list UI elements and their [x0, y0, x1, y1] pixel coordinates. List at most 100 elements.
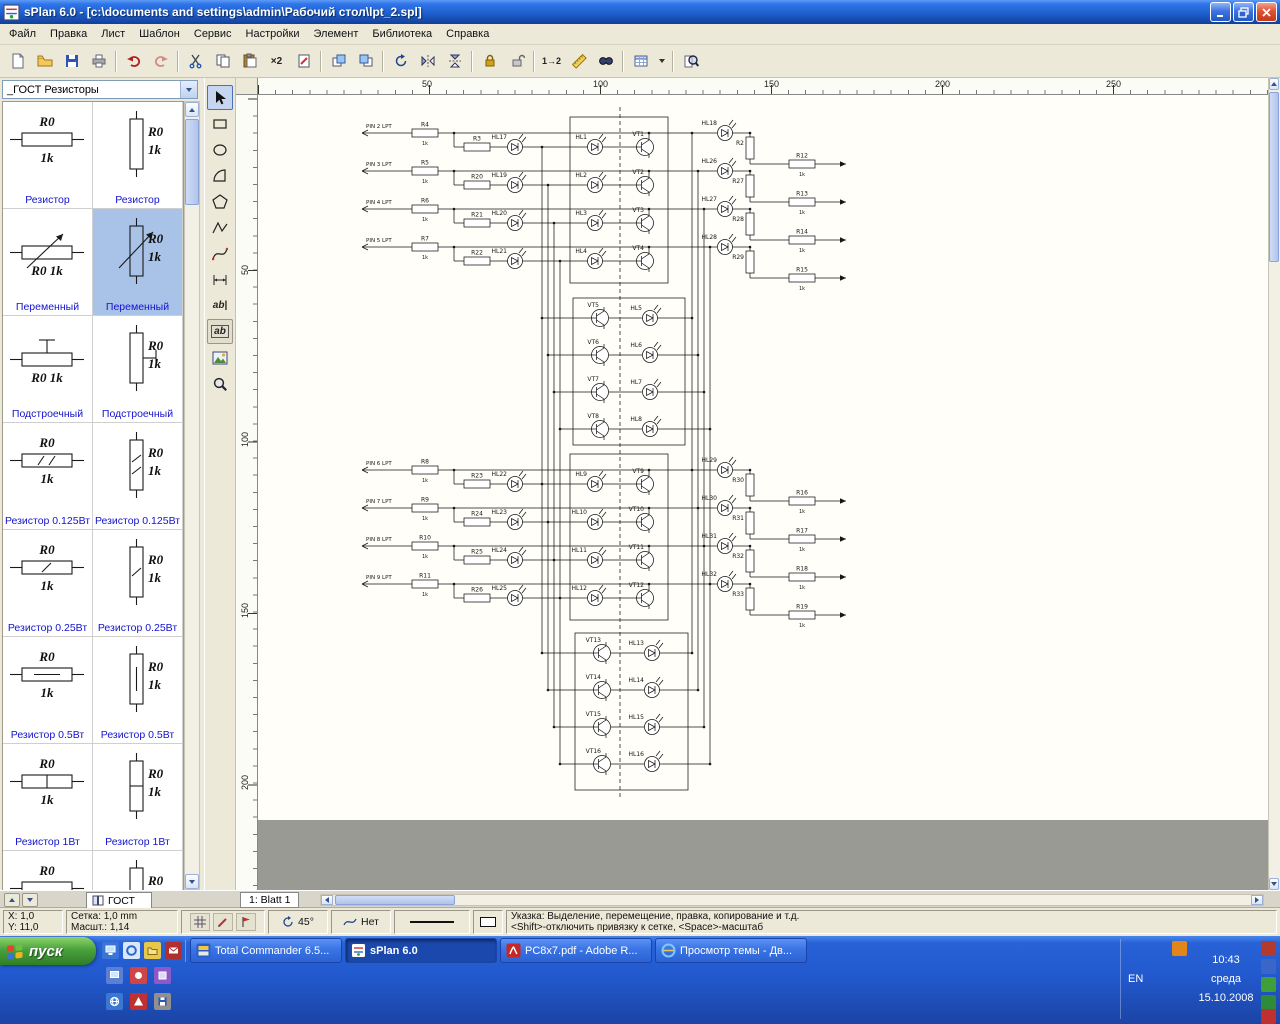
tool-bezier[interactable] [207, 241, 233, 266]
menu-item-1[interactable]: Файл [2, 25, 43, 43]
curve-panel[interactable]: Нет [331, 910, 391, 934]
tray-icon-4[interactable] [1261, 995, 1276, 1010]
library-cell-4[interactable]: R01kПеременный [93, 209, 183, 316]
quicklaunch-icon-9[interactable] [130, 993, 147, 1010]
start-button[interactable]: пуск [0, 937, 96, 965]
library-dropdown[interactable]: _ГОСТ Резисторы [2, 80, 198, 99]
find-button[interactable] [593, 50, 618, 73]
save-button[interactable] [59, 50, 84, 73]
quicklaunch-icon-2[interactable] [123, 942, 140, 959]
scale-x2-button[interactable]: ×2 [264, 50, 289, 73]
grid-table-dropdown[interactable] [655, 50, 668, 73]
scroll-down-button[interactable] [1269, 878, 1279, 890]
schematic-canvas[interactable]: PIN 2 LPTR41kR3HL17HL1VT1HL18R2R121kPIN … [258, 95, 1268, 890]
tray-icon-1[interactable] [1261, 941, 1276, 956]
scroll-left-button[interactable] [321, 895, 333, 905]
quicklaunch-icon-6[interactable] [130, 967, 147, 984]
library-dropdown-button[interactable] [180, 81, 197, 98]
scroll-down-button[interactable] [185, 874, 199, 889]
paste-button[interactable] [237, 50, 262, 73]
library-cell-13[interactable]: R01kРезистор 1Вт [3, 744, 93, 851]
sheet-tab[interactable]: 1: Blatt 1 [240, 892, 299, 908]
lock-button[interactable] [477, 50, 502, 73]
tray-icon-2[interactable] [1261, 959, 1276, 974]
scroll-up-button[interactable] [185, 102, 199, 117]
language-indicator[interactable]: EN [1128, 973, 1143, 985]
redo-button[interactable] [148, 50, 173, 73]
quicklaunch-icon-7[interactable] [154, 967, 171, 984]
library-cell-8[interactable]: R01kРезистор 0.125Вт [93, 423, 183, 530]
menu-item-5[interactable]: Сервис [187, 25, 239, 43]
cut-button[interactable] [183, 50, 208, 73]
flip-horizontal-button[interactable] [415, 50, 440, 73]
tray-icon-3[interactable] [1261, 977, 1276, 992]
send-back-button[interactable] [353, 50, 378, 73]
library-cell-3[interactable]: R0 1kПеременный [3, 209, 93, 316]
scrollbar-thumb[interactable] [1269, 92, 1279, 262]
tray-icon-orange[interactable] [1172, 941, 1187, 956]
menu-item-6[interactable]: Настройки [239, 25, 307, 43]
pen-button[interactable] [213, 913, 233, 931]
taskbar-task-2[interactable]: sPlan 6.0 [345, 938, 497, 963]
library-cell-9[interactable]: R01kРезистор 0.25Вт [3, 530, 93, 637]
new-button[interactable] [5, 50, 30, 73]
tool-polyline[interactable] [207, 215, 233, 240]
taskbar-task-1[interactable]: Total Commander 6.5... [190, 938, 342, 963]
quicklaunch-icon-4[interactable] [165, 942, 182, 959]
menu-item-7[interactable]: Элемент [306, 25, 365, 43]
library-cell-7[interactable]: R01kРезистор 0.125Вт [3, 423, 93, 530]
renumber-button[interactable]: 1→2 [539, 50, 564, 73]
library-cell-1[interactable]: R01kРезистор [3, 102, 93, 209]
tool-arc[interactable] [207, 163, 233, 188]
zoom-page-button[interactable] [678, 50, 703, 73]
library-cell-15[interactable]: R0 [3, 851, 93, 890]
flip-vertical-button[interactable] [442, 50, 467, 73]
minimize-button[interactable] [1210, 2, 1231, 22]
tool-image[interactable] [207, 345, 233, 370]
library-cell-10[interactable]: R01kРезистор 0.25Вт [93, 530, 183, 637]
measure-button[interactable] [566, 50, 591, 73]
library-cell-14[interactable]: R01kРезистор 1Вт [93, 744, 183, 851]
menu-item-8[interactable]: Библиотека [365, 25, 439, 43]
library-prev-button[interactable] [4, 893, 20, 907]
open-button[interactable] [32, 50, 57, 73]
grid-toggle-button[interactable] [190, 913, 210, 931]
vertical-scrollbar[interactable] [1268, 78, 1280, 890]
scroll-up-button[interactable] [1269, 78, 1279, 90]
angle-panel[interactable]: 45° [268, 910, 328, 934]
tool-text[interactable]: ab| [207, 293, 233, 318]
taskbar-task-3[interactable]: PC8x7.pdf - Adobe R... [500, 938, 652, 963]
library-cell-2[interactable]: R01kРезистор [93, 102, 183, 209]
quicklaunch-icon-5[interactable] [106, 967, 123, 984]
horizontal-scrollbar[interactable] [320, 894, 1264, 906]
quicklaunch-icon-10[interactable] [154, 993, 171, 1010]
tray-icon-5[interactable] [1261, 1009, 1276, 1024]
quicklaunch-icon-3[interactable] [144, 942, 161, 959]
close-button[interactable] [1256, 2, 1277, 22]
library-cell-6[interactable]: R01kПодстроечный [93, 316, 183, 423]
menu-item-9[interactable]: Справка [439, 25, 496, 43]
library-cell-11[interactable]: R01kРезистор 0.5Вт [3, 637, 93, 744]
flag-button[interactable] [236, 913, 256, 931]
grid-table-button[interactable] [628, 50, 653, 73]
tool-polygon[interactable] [207, 189, 233, 214]
unlock-button[interactable] [504, 50, 529, 73]
tool-textbox[interactable]: ab [207, 319, 233, 344]
menu-item-3[interactable]: Лист [94, 25, 132, 43]
library-tab-gost[interactable]: ГОСТ [86, 892, 152, 908]
scroll-right-button[interactable] [1251, 895, 1263, 905]
fill-style-panel[interactable] [473, 910, 503, 934]
library-cell-16[interactable]: R0 [93, 851, 183, 890]
undo-button[interactable] [121, 50, 146, 73]
tool-zoom[interactable] [207, 371, 233, 396]
quicklaunch-icon-8[interactable] [106, 993, 123, 1010]
copy-button[interactable] [210, 50, 235, 73]
menu-item-2[interactable]: Правка [43, 25, 94, 43]
tool-select[interactable] [207, 85, 233, 110]
clock[interactable]: 10:43 среда 15.10.2008 [1192, 951, 1260, 1008]
scrollbar-thumb[interactable] [185, 119, 199, 205]
tool-rectangle[interactable] [207, 111, 233, 136]
tool-ellipse[interactable] [207, 137, 233, 162]
menu-item-4[interactable]: Шаблон [132, 25, 187, 43]
bring-front-button[interactable] [326, 50, 351, 73]
